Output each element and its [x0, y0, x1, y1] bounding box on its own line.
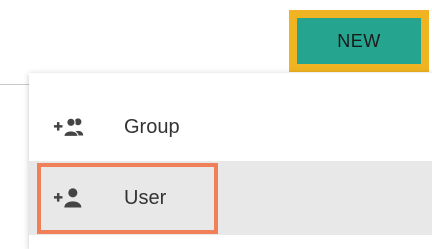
new-button[interactable]: NEW	[297, 18, 421, 64]
menu-item-group[interactable]: Group	[29, 90, 432, 164]
background-divider	[0, 84, 30, 85]
add-user-icon	[53, 186, 87, 210]
menu-item-group-label: Group	[124, 115, 180, 138]
new-dropdown-menu: Group User	[29, 73, 432, 249]
add-group-icon	[53, 115, 87, 139]
menu-item-user-label: User	[124, 186, 167, 209]
menu-item-user[interactable]: User	[29, 161, 432, 235]
new-button-highlight: NEW	[289, 10, 429, 72]
